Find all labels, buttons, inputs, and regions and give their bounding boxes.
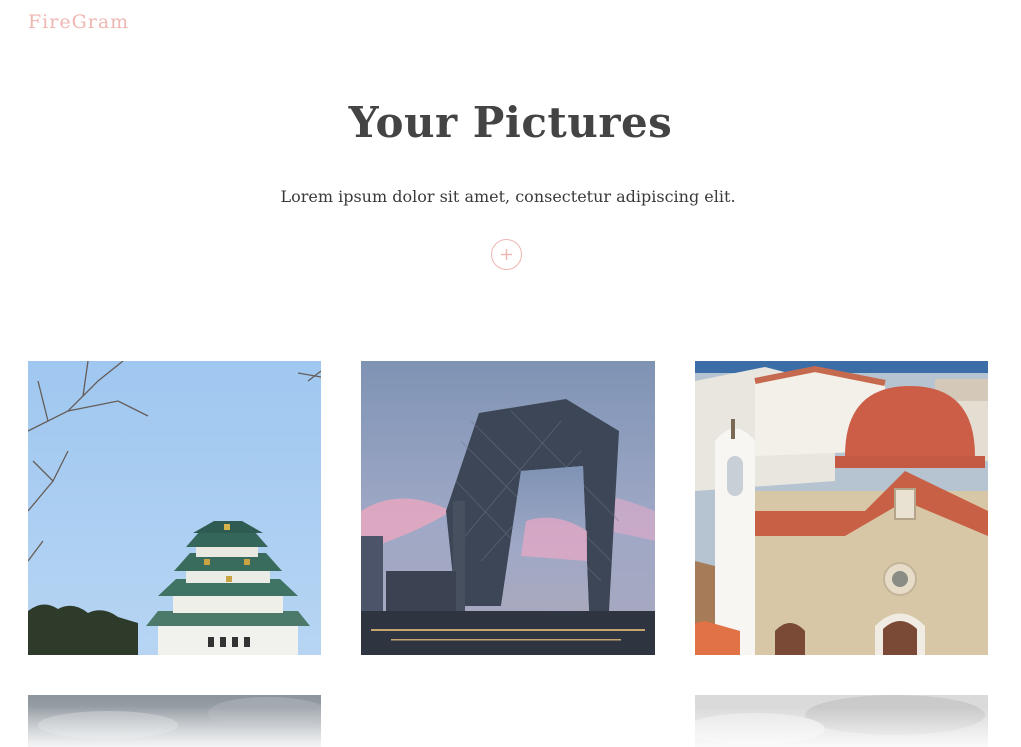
page-title: Your Pictures [348,98,673,147]
upload-button[interactable] [491,239,522,270]
plus-icon [501,249,512,260]
grey-sky-photo [695,695,988,747]
page-subtitle: Lorem ipsum dolor sit amet, consectetur … [280,187,736,206]
gallery-image-castle[interactable] [28,361,321,655]
brand-logo[interactable]: FireGram [28,11,129,33]
church-photo [695,361,988,655]
gallery-image-grey-sky[interactable] [695,695,988,747]
tower-photo [361,361,655,655]
gallery-image-church[interactable] [695,361,988,655]
castle-photo [28,361,321,655]
clouds-photo [28,695,321,747]
gallery-image-clouds[interactable] [28,695,321,747]
gallery-image-tower[interactable] [361,361,655,655]
